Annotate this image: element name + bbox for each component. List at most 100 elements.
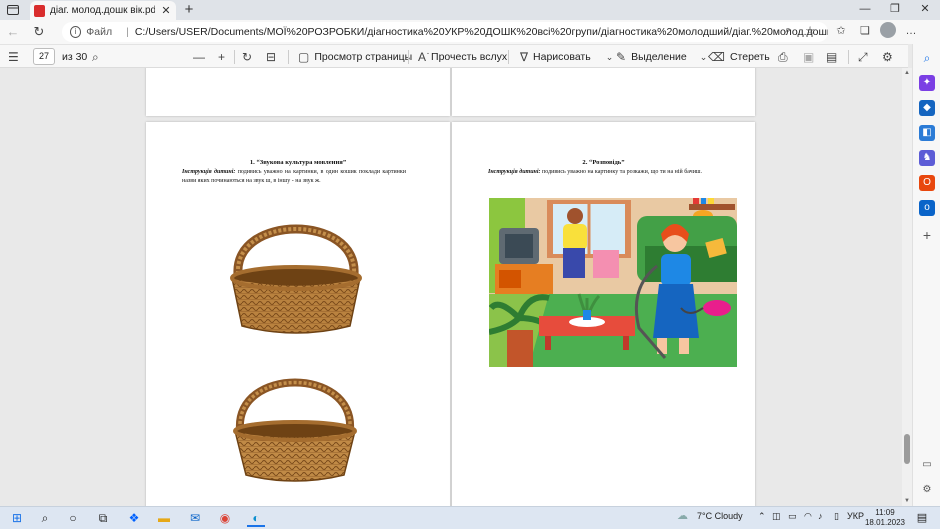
page-view-icon: ▢	[298, 50, 310, 64]
refresh-button[interactable]: ↻	[26, 21, 52, 43]
print-icon[interactable]: ⎙	[778, 48, 788, 66]
address-bar[interactable]: i Файл | C:/Users/USER/Documents/МОЇ%20Р…	[62, 22, 828, 42]
outlook-icon[interactable]: o	[919, 200, 935, 216]
weather-text[interactable]: 7°C Cloudy	[697, 511, 743, 521]
shopping-icon[interactable]: ◆	[919, 100, 935, 116]
address-actions: ⌕ ☆	[780, 24, 818, 40]
read-mode-icon[interactable]: ☆	[802, 24, 818, 40]
cortana-icon[interactable]: ○	[64, 510, 82, 527]
file-explorer-icon[interactable]: ▬	[155, 510, 173, 527]
page-left: 1. “Звукова культура мовлення” Інструкці…	[146, 122, 450, 506]
tab-title: діаг. молод.дошк вік.pdf	[50, 5, 155, 16]
maximize-button[interactable]: ❐	[880, 0, 910, 20]
favorites-icon[interactable]: ✩	[832, 22, 850, 40]
contents-icon[interactable]: ☰	[8, 48, 19, 66]
settings-icon[interactable]: ⚙	[919, 482, 935, 498]
instruction-label: Інструкція дитині:	[182, 169, 236, 175]
chrome-icon[interactable]: ◉	[216, 510, 234, 527]
page-right-instruction: Інструкція дитині: подивись уважно на ка…	[488, 168, 716, 177]
office-icon[interactable]: O	[919, 175, 935, 191]
rotate-icon[interactable]: ↻	[242, 48, 252, 66]
zoom-out-icon[interactable]: —	[193, 48, 205, 66]
toolbar-divider	[288, 50, 289, 64]
erase-button[interactable]: ⌫ Стереть	[708, 48, 770, 66]
volume-icon[interactable]: ♪	[818, 511, 823, 521]
notifications-icon[interactable]: ▤	[913, 510, 931, 527]
tab-actions-icon[interactable]	[0, 0, 26, 20]
wifi-icon[interactable]: ◠	[804, 511, 812, 522]
scroll-up-icon[interactable]: ▲	[902, 70, 912, 76]
page-left-instruction: Інструкція дитині: подивись уважно на ка…	[182, 168, 406, 186]
browser-actions: ✩ ❏ …	[832, 22, 920, 40]
highlight-icon: ✎	[616, 50, 627, 64]
page-number-input[interactable]: 27	[33, 48, 55, 65]
weather-icon[interactable]: ☁	[677, 509, 688, 522]
room-illustration	[489, 198, 737, 367]
display-icon[interactable]: ▯	[834, 511, 839, 522]
add-icon[interactable]: +	[919, 227, 935, 243]
document-area: 1. “Звукова культура мовлення” Інструкці…	[0, 68, 902, 506]
network-icon[interactable]: ◫	[772, 511, 781, 522]
address-url[interactable]: C:/Users/USER/Documents/МОЇ%20РОЗРОБКИ/д…	[135, 26, 828, 38]
more-menu-icon[interactable]: …	[902, 22, 920, 40]
collections-icon[interactable]: ❏	[856, 22, 874, 40]
vertical-scrollbar[interactable]: ▲ ▼	[902, 68, 912, 506]
settings-icon[interactable]: ⚙	[882, 48, 893, 66]
games-icon[interactable]: ♞	[919, 150, 935, 166]
toolbar-divider	[408, 50, 409, 64]
edge-icon[interactable]: ◐	[247, 510, 265, 527]
close-tab-icon[interactable]: ✕	[160, 4, 172, 17]
draw-button[interactable]: ∇ Нарисовать ⌄	[520, 48, 613, 66]
clock[interactable]: 11:09 18.01.2023	[862, 508, 908, 528]
save-icon[interactable]: ▣	[803, 48, 814, 66]
clock-date: 18.01.2023	[864, 518, 906, 527]
basket-image-2	[233, 378, 357, 482]
new-tab-button[interactable]: +	[180, 1, 198, 19]
search-icon[interactable]: ⌕	[36, 510, 54, 527]
discover-icon[interactable]: ✦	[919, 75, 935, 91]
battery-icon[interactable]: ▭	[788, 511, 797, 522]
layout-icon[interactable]: ▭	[919, 457, 935, 473]
tray-chevron-icon[interactable]: ⌃	[758, 511, 766, 522]
mail-icon[interactable]: ✉	[186, 510, 204, 527]
zoom-in-icon[interactable]: +	[218, 48, 225, 66]
toolbar-divider	[508, 50, 509, 64]
profile-avatar[interactable]	[880, 22, 896, 38]
minimize-button[interactable]: —	[850, 0, 880, 20]
fit-page-icon[interactable]: ⊟	[266, 48, 276, 66]
windows-start-icon[interactable]: ⊞	[8, 510, 26, 527]
task-view-icon[interactable]: ⧉	[94, 510, 112, 527]
draw-icon: ∇	[520, 50, 529, 64]
address-row: ← ↻ i Файл | C:/Users/USER/Documents/МОЇ…	[0, 20, 940, 44]
toolbar-divider	[848, 50, 849, 64]
chevron-down-icon[interactable]: ⌄	[606, 52, 614, 63]
page-view-button[interactable]: ▢ Просмотр страницы	[298, 48, 412, 66]
search-icon[interactable]: ⌕	[919, 50, 935, 66]
read-aloud-icon: A͘	[418, 50, 427, 64]
instruction-label: Інструкція дитині:	[488, 169, 541, 175]
chevron-down-icon[interactable]: ⌄	[700, 52, 708, 63]
scroll-down-icon[interactable]: ▼	[902, 498, 912, 504]
page-right: 2. “Розповідь” Інструкція дитині: подиви…	[452, 122, 755, 506]
page-right-heading: 2. “Розповідь”	[582, 159, 625, 166]
page-left-heading: 1. “Звукова культура мовлення”	[249, 159, 347, 166]
pdf-file-icon	[34, 4, 45, 17]
tab-pdf[interactable]: діаг. молод.дошк вік.pdf ✕	[30, 1, 176, 20]
instruction-text: подивись уважно на картинку та розкажи, …	[540, 169, 703, 175]
tools-icon[interactable]: ◧	[919, 125, 935, 141]
scrollbar-thumb[interactable]	[904, 434, 910, 464]
address-separator: |	[126, 26, 129, 38]
eraser-icon: ⌫	[708, 50, 725, 64]
previous-page-right	[452, 68, 755, 116]
read-aloud-button[interactable]: A͘ Прочесть вслух	[418, 48, 507, 66]
address-scheme: Файл	[86, 26, 113, 38]
info-icon[interactable]: i	[70, 26, 82, 38]
search-icon[interactable]: ⌕	[92, 48, 99, 66]
zoom-icon[interactable]: ⌕	[780, 24, 796, 40]
back-button[interactable]: ←	[0, 21, 26, 43]
save-as-icon[interactable]: ▤	[826, 48, 837, 66]
highlight-button[interactable]: ✎ Выделение ⌄	[616, 48, 707, 66]
dropbox-icon[interactable]: ❖	[125, 510, 143, 527]
fullscreen-icon[interactable]: ⤢	[858, 48, 868, 66]
close-window-button[interactable]: ✕	[910, 0, 940, 20]
